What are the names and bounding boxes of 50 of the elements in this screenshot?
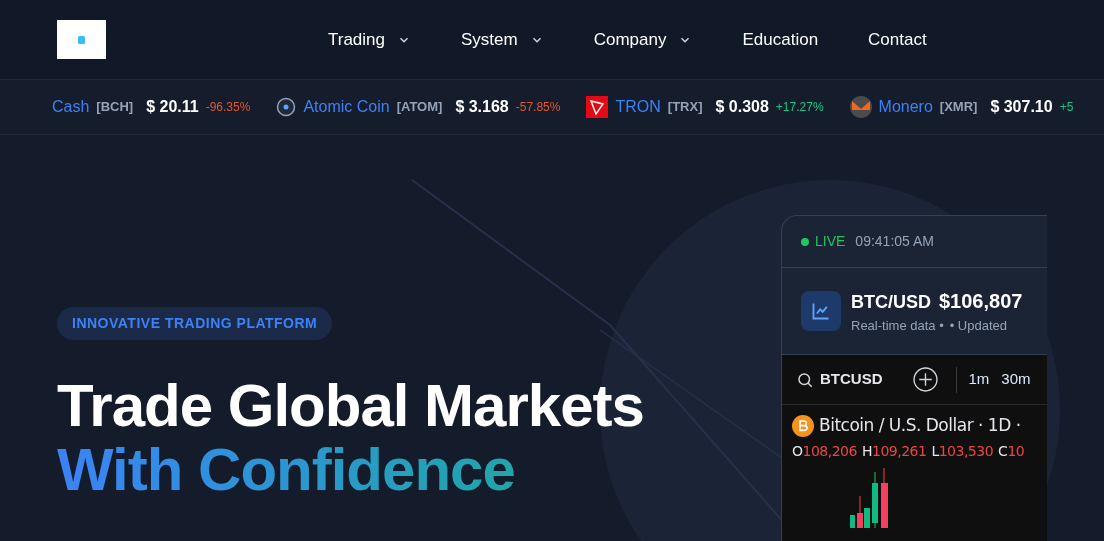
pair-name: BTC/USD [851,291,931,315]
ohlc-key: H [861,440,872,462]
data-label: Real-time data • [851,317,944,336]
price-change: -96.35% [205,99,251,116]
coin-symbol: [XMR] [939,98,978,117]
logo-icon [78,35,85,44]
coin-symbol: [TRX] [667,98,703,117]
updated-label: • Updated [949,317,1008,336]
price-change: -57.85% [515,99,561,116]
headline: Trade Global Markets [57,374,645,438]
ohlc-key: L [931,440,939,462]
instrument-title: Bitcoin / U.S. Dollar · 1D · [819,414,1021,437]
nav-link[interactable]: Trading [328,26,411,53]
coin-price: $ 307.10 [990,97,1053,117]
add-icon[interactable] [912,367,938,392]
nav-link[interactable]: Contact [868,26,927,53]
coin-symbol: [ATOM] [396,98,443,117]
nav-link[interactable]: System [461,26,544,53]
pair-price: $106,807 [939,289,1023,315]
coin-symbol: [BCH] [96,98,134,117]
bitcoin-icon [792,414,814,437]
coin-price: $ 0.308 [715,97,769,117]
live-status: LIVE [801,231,846,252]
coin-name: TRON [615,97,661,117]
nav-link[interactable]: Education [742,26,819,53]
atom-coin-icon [276,97,297,117]
ohlc-key: C [998,440,1008,462]
symbol-field[interactable]: BTCUSD [820,368,883,391]
nav-link[interactable]: Company [593,26,693,53]
chart-icon [801,291,841,331]
coin-name: Cash [52,97,90,117]
tron-coin-icon [586,96,609,118]
interval-button[interactable]: 1m [968,368,990,391]
ohlc-value: 10 [1007,441,1025,461]
price-change: +5 [1059,99,1074,116]
coin-price: $ 20.11 [146,97,199,117]
interval-button[interactable]: 30m [1001,368,1031,391]
ohlc-value: 109,261 [871,441,927,461]
clock-time: 09:41:05 AM [855,232,934,251]
search-icon[interactable] [796,370,814,389]
candles-drawing [850,467,888,528]
price-change: +17.27% [775,99,824,116]
ohlc-key: O [792,440,803,462]
ohlc-value: 103,530 [938,441,994,461]
ohlc-value: 108,206 [802,441,857,461]
coin-name: Atomic Coin [303,97,390,117]
tagline-badge: INNOVATIVE TRADING PLATFORM [57,307,333,340]
coin-name: Monero [878,97,933,117]
monero-coin-icon [849,96,872,118]
coin-price: $ 3.168 [455,97,509,117]
